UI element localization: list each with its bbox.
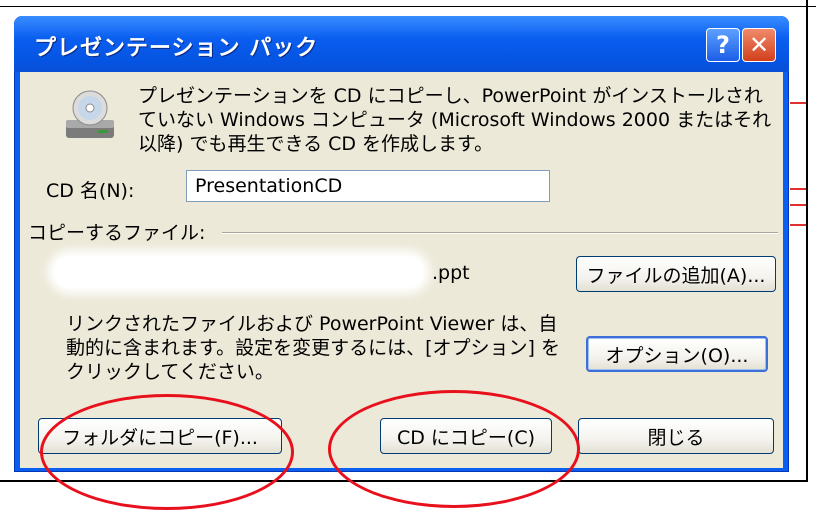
options-button[interactable]: オプション(O)... [586, 336, 768, 372]
copy-to-cd-highlight [328, 390, 580, 508]
background-red-mark [790, 102, 806, 104]
background-red-mark [790, 204, 806, 206]
files-to-copy-label: コピーするファイル: [28, 222, 206, 244]
linked-files-description: リンクされたファイルおよび PowerPoint Viewer は、自動的に含ま… [66, 313, 560, 383]
screen-right-edge [806, 0, 808, 482]
background-red-mark [790, 188, 806, 190]
close-dialog-button[interactable]: 閉じる [578, 418, 774, 454]
cd-name-input[interactable]: PresentationCD [186, 170, 550, 202]
dialog-title: プレゼンテーション パック [34, 36, 319, 61]
add-files-button[interactable]: ファイルの追加(A)... [576, 256, 776, 292]
screen-top-edge [0, 0, 816, 7]
cd-drive-icon [66, 90, 114, 138]
close-icon[interactable]: ✕ [742, 28, 776, 62]
copy-to-folder-highlight [40, 394, 294, 510]
blurred-file-name [54, 256, 424, 288]
cd-name-label: CD 名(N): [46, 180, 135, 202]
files-separator [222, 232, 778, 234]
intro-description: プレゼンテーションを CD にコピーし、PowerPoint がインストールされ… [138, 85, 772, 155]
help-button[interactable]: ? [706, 28, 740, 62]
background-red-mark [790, 224, 806, 226]
file-list-item[interactable]: .ppt [432, 262, 470, 284]
dialog-titlebar[interactable]: プレゼンテーション パック ? ✕ [14, 16, 789, 72]
